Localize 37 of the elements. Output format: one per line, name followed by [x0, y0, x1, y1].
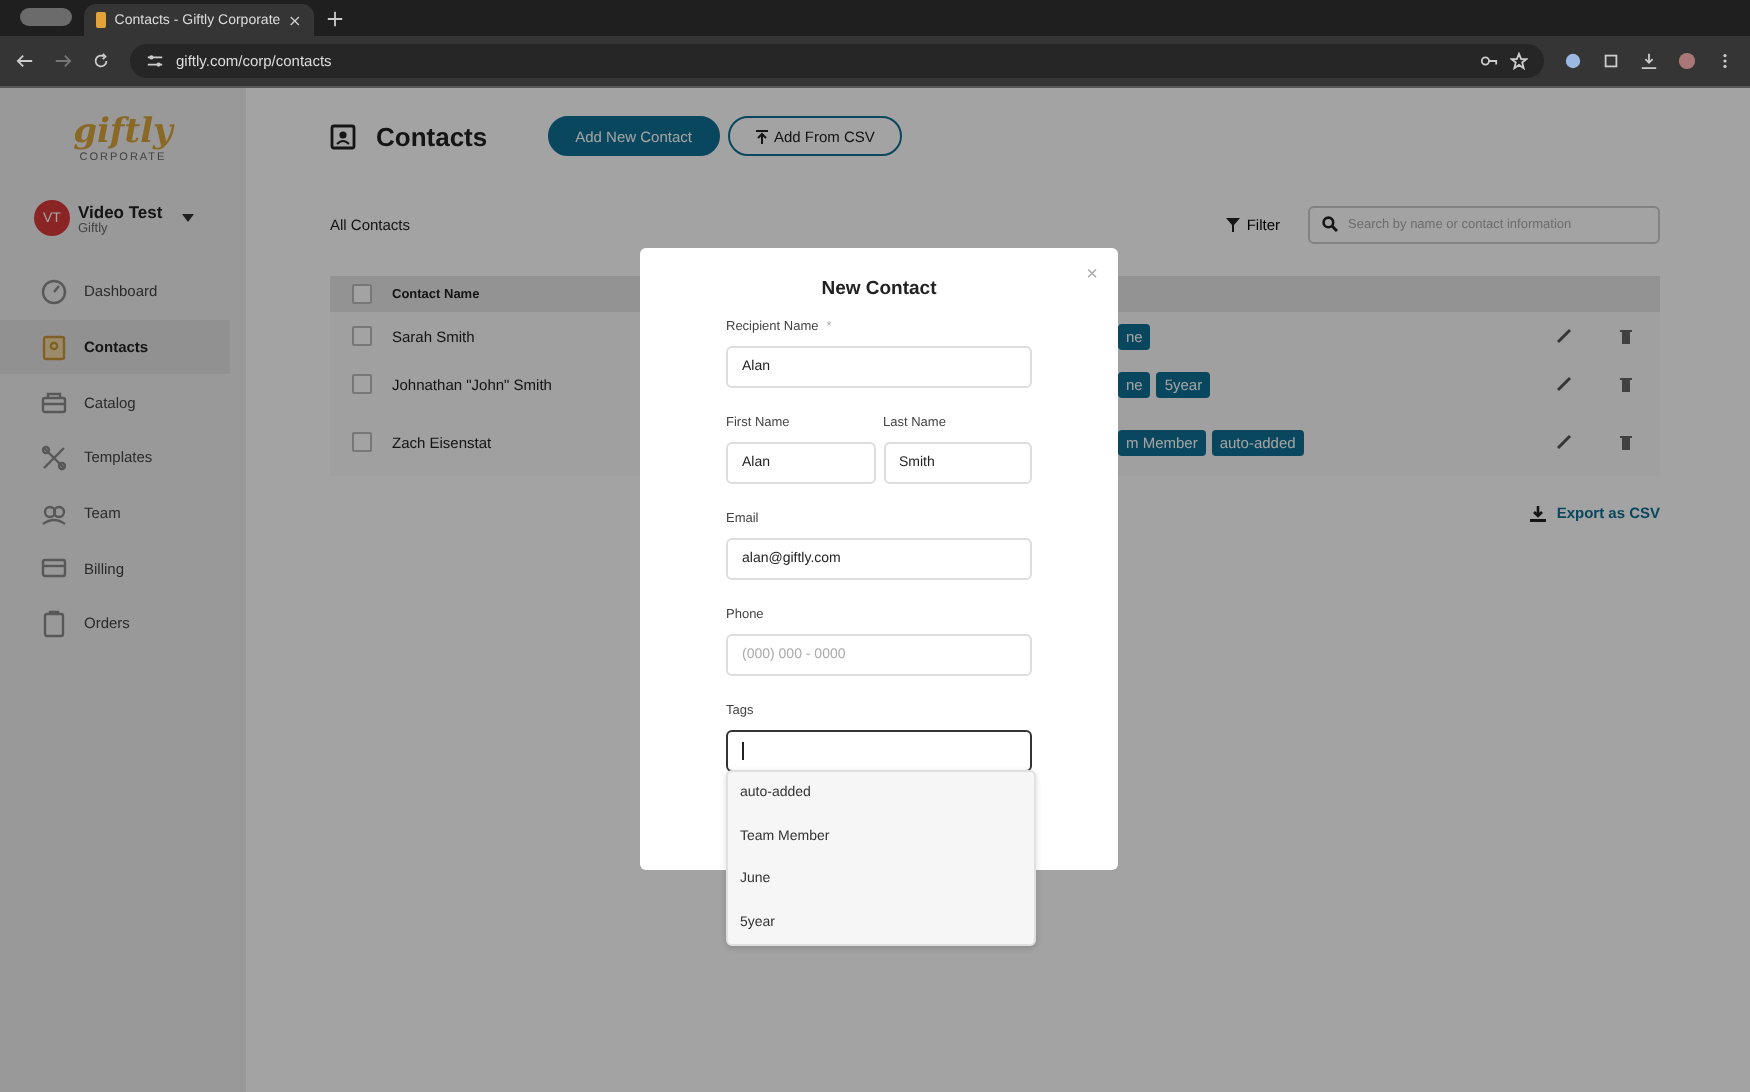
nav-icon	[40, 609, 68, 638]
search-icon	[1322, 216, 1338, 232]
site-settings-icon[interactable]	[146, 52, 164, 70]
upload-icon	[756, 129, 768, 143]
row-checkbox[interactable]	[352, 374, 372, 394]
dialog-title: New Contact	[819, 278, 939, 300]
user-name: Video Test	[78, 201, 163, 221]
edit-icon[interactable]	[1556, 434, 1572, 450]
download-icon[interactable]	[1640, 52, 1658, 70]
edit-icon[interactable]	[1556, 328, 1572, 344]
edit-icon[interactable]	[1556, 376, 1572, 392]
profile-avatar-icon[interactable]	[1678, 52, 1696, 70]
row-checkbox[interactable]	[352, 326, 372, 346]
contact-book-icon	[330, 123, 356, 149]
trash-icon[interactable]	[1618, 434, 1634, 450]
nav-icon	[40, 443, 68, 472]
download-icon	[1530, 505, 1547, 521]
new-tab-icon[interactable]	[326, 10, 344, 28]
key-icon[interactable]	[1480, 52, 1498, 70]
trash-icon[interactable]	[1618, 376, 1634, 392]
nav-icon	[40, 554, 68, 583]
forward-icon[interactable]	[54, 52, 72, 70]
reload-icon[interactable]	[92, 52, 110, 70]
nav-icon	[40, 277, 68, 306]
row-checkbox[interactable]	[352, 432, 372, 452]
back-icon[interactable]	[16, 52, 34, 70]
filter-icon	[1226, 217, 1241, 231]
favicon-icon	[96, 12, 107, 28]
nav-icon	[40, 388, 68, 417]
select-all-checkbox[interactable]	[352, 284, 372, 304]
page-title: Contacts	[376, 121, 488, 151]
star-icon[interactable]	[1510, 52, 1528, 70]
close-icon[interactable]	[288, 11, 302, 29]
caret-icon[interactable]	[182, 214, 195, 222]
trash-icon[interactable]	[1618, 328, 1634, 344]
nav-icon	[40, 333, 68, 362]
tab-group-button[interactable]	[20, 8, 72, 26]
